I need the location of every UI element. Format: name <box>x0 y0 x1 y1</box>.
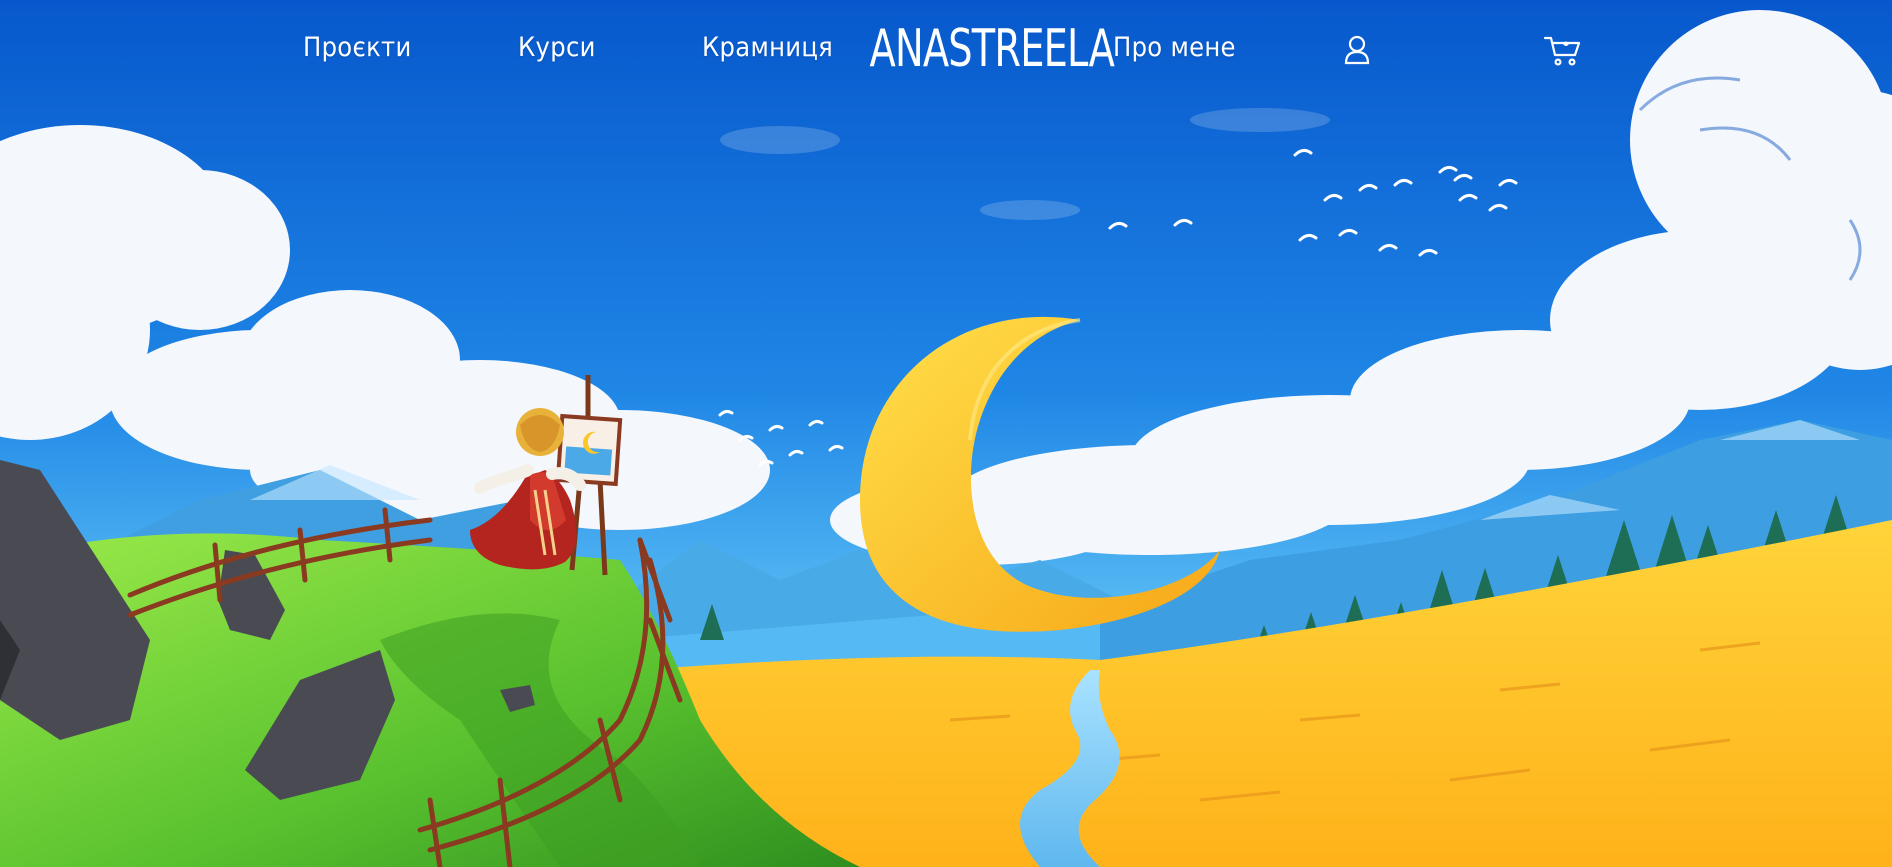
hero-illustration <box>0 0 1892 867</box>
cart-icon <box>1543 36 1581 66</box>
landing-page: Проєкти Курси Крамниця ANASTREELA Про ме… <box>0 0 1892 867</box>
nav-projects[interactable]: Проєкти <box>303 32 412 63</box>
cart-button[interactable] <box>1543 33 1583 67</box>
nav-shop[interactable]: Крамниця <box>702 32 833 63</box>
nav-about[interactable]: Про мене <box>1113 32 1236 63</box>
user-icon <box>1344 35 1370 65</box>
account-button[interactable] <box>1340 33 1374 67</box>
top-navigation: Проєкти Курси Крамниця ANASTREELA Про ме… <box>0 0 1892 110</box>
brand-logo[interactable]: ANASTREELA <box>852 14 1115 84</box>
brand-logo-text: ANASTREELA <box>869 19 1115 79</box>
nav-courses[interactable]: Курси <box>518 32 596 63</box>
